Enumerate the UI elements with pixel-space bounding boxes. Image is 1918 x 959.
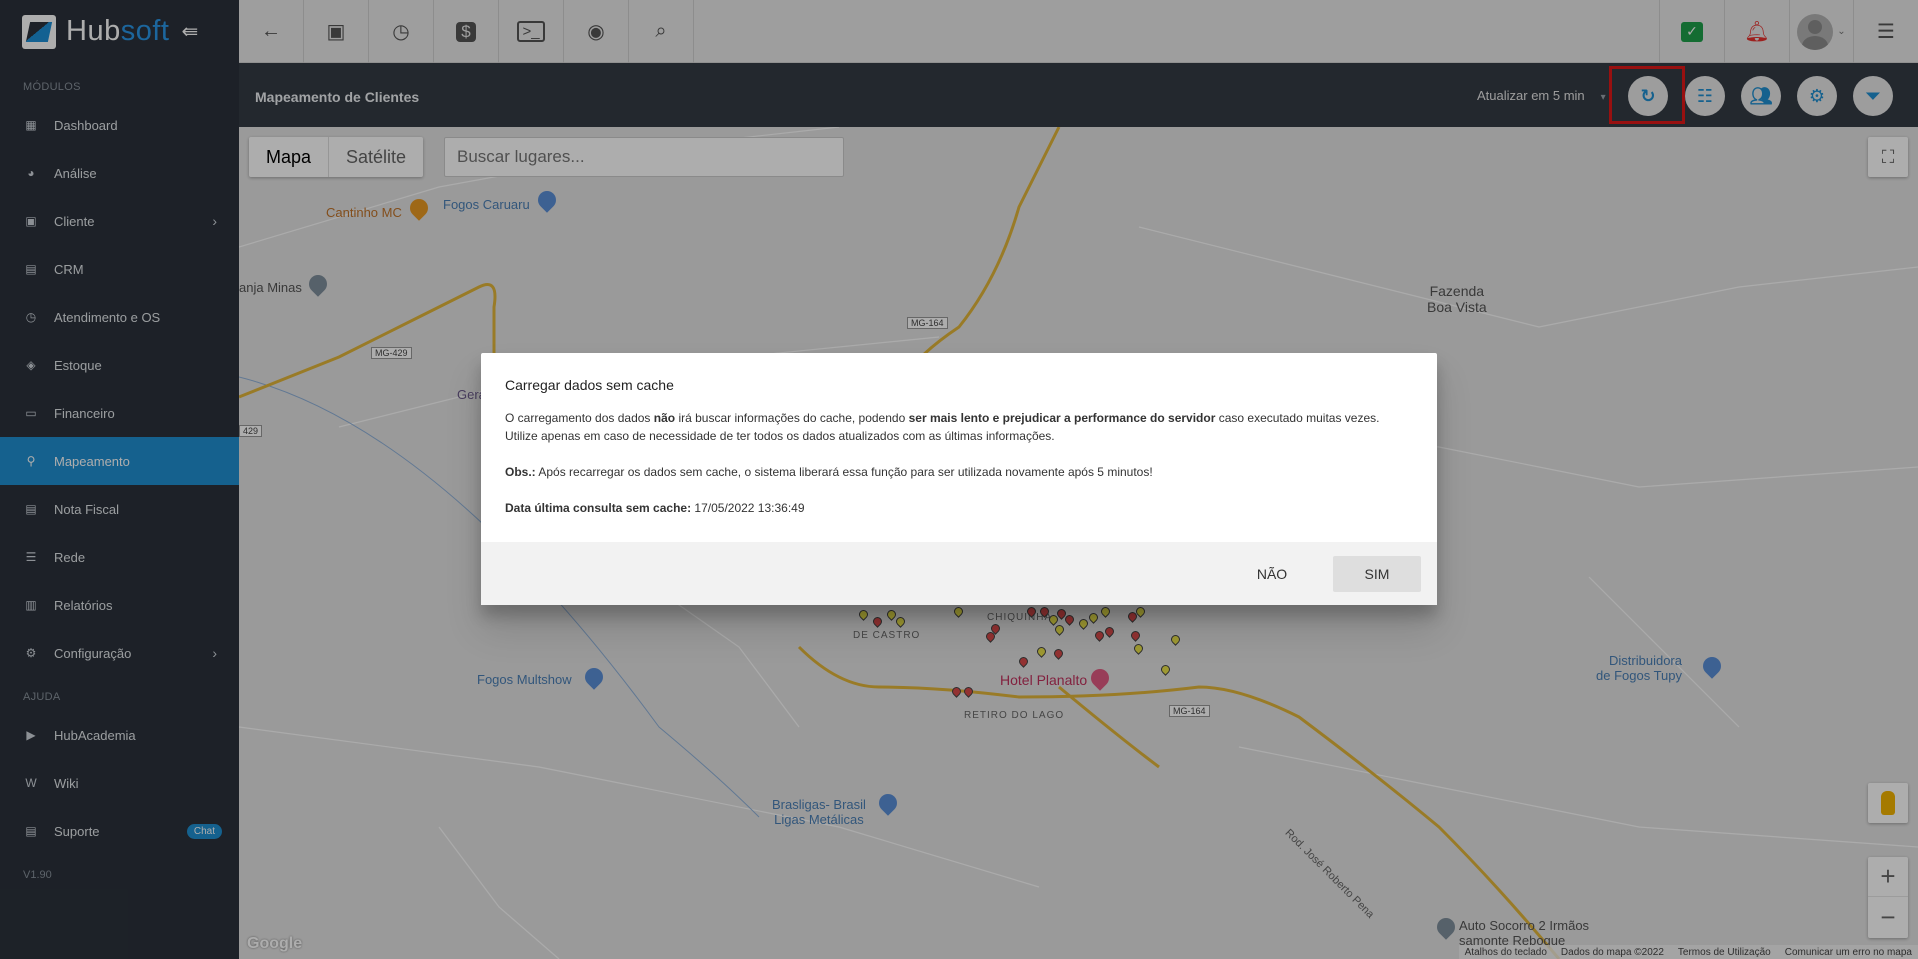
dialog-obs-text: Obs.: Após recarregar os dados sem cache… [505,465,1153,479]
dialog-footer: NÃO SIM [481,542,1437,605]
no-button[interactable]: NÃO [1237,556,1307,592]
reload-no-cache-dialog: Carregar dados sem cache O carregamento … [481,353,1437,605]
dialog-last-query: Data última consulta sem cache: 17/05/20… [505,501,805,515]
dialog-title: Carregar dados sem cache [505,377,674,393]
dialog-body: O carregamento dos dados não irá buscar … [505,409,1415,535]
dialog-warning-text: O carregamento dos dados não irá buscar … [505,411,1380,443]
yes-button[interactable]: SIM [1333,556,1421,592]
